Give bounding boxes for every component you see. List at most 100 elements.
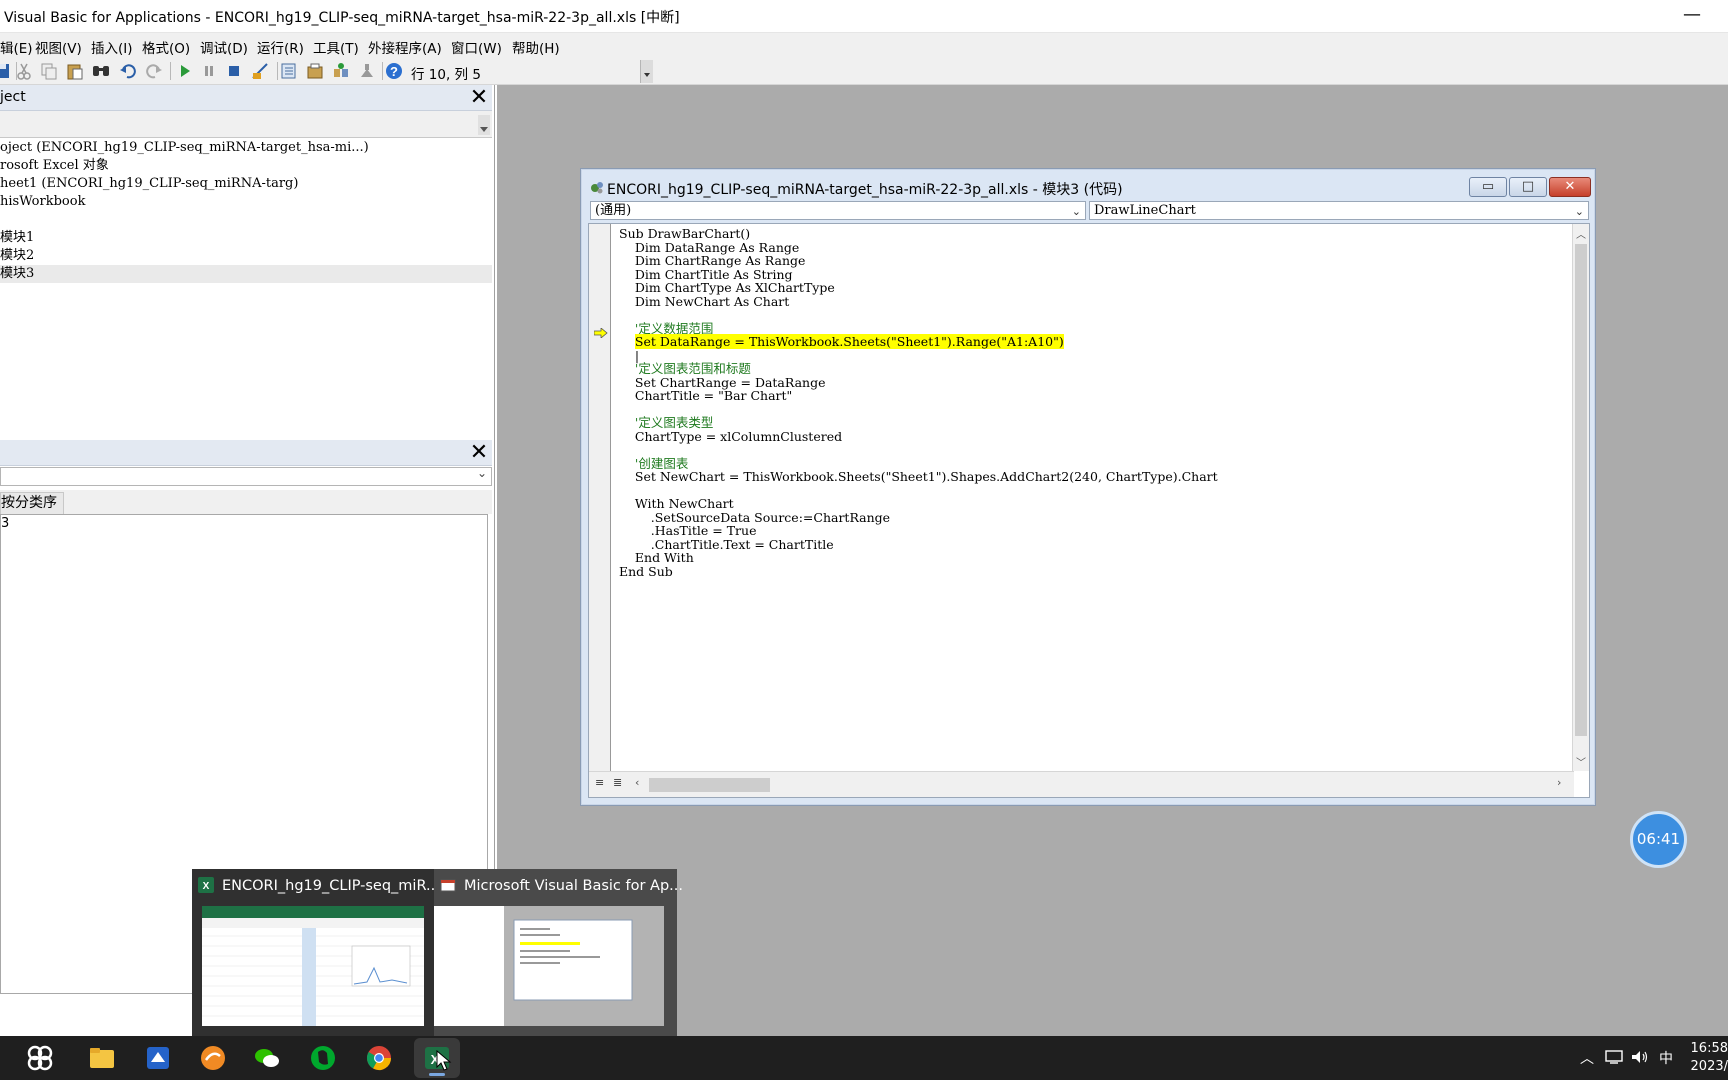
- close-icon[interactable]: ✕: [468, 87, 490, 109]
- vertical-scrollbar[interactable]: ︿ ﹀: [1572, 224, 1589, 771]
- file-explorer-icon[interactable]: [86, 1042, 118, 1074]
- code-line[interactable]: [619, 403, 1559, 417]
- menu-tools[interactable]: 工具(T): [313, 37, 359, 57]
- menu-help[interactable]: 帮助(H): [512, 37, 560, 57]
- thumbnail-vba-window[interactable]: Microsoft Visual Basic for Ap...: [434, 869, 683, 1036]
- scroll-right-icon[interactable]: ›: [1557, 776, 1561, 789]
- code-line[interactable]: Dim DataRange As Range: [619, 240, 1559, 255]
- horizontal-scrollbar[interactable]: ≡ ≣ ‹ ›: [589, 771, 1574, 797]
- code-line[interactable]: .HasTitle = True: [619, 524, 1559, 538]
- menu-edit[interactable]: 辑(E): [0, 37, 33, 57]
- procedure-combo[interactable]: DrawLineChart ⌄: [1089, 201, 1589, 220]
- minimize-button[interactable]: —: [1680, 4, 1704, 28]
- tree-item-excel-objects[interactable]: rosoft Excel 对象: [0, 157, 492, 175]
- save-icon[interactable]: [0, 61, 12, 81]
- paste-icon[interactable]: [65, 61, 85, 81]
- code-line[interactable]: Dim NewChart As Chart: [619, 294, 1559, 309]
- code-line[interactable]: With NewChart: [619, 497, 1559, 511]
- break-icon[interactable]: [199, 61, 219, 81]
- copy-icon[interactable]: [39, 61, 59, 81]
- code-text[interactable]: Sub DrawBarChart() Dim DataRange As Rang…: [619, 227, 1559, 578]
- cut-icon[interactable]: [14, 61, 34, 81]
- code-line[interactable]: '定义图表类型: [619, 416, 1559, 430]
- object-combo[interactable]: (通用) ⌄: [590, 201, 1086, 220]
- project-explorer-icon[interactable]: [279, 61, 299, 81]
- recording-timer[interactable]: 06:41: [1630, 811, 1687, 868]
- indicator-margin[interactable]: [589, 224, 611, 771]
- code-editor[interactable]: Sub DrawBarChart() Dim DataRange As Rang…: [588, 223, 1590, 798]
- tree-item-vbaproject[interactable]: oject (ENCORI_hg19_CLIP-seq_miRNA-target…: [0, 139, 492, 157]
- code-line[interactable]: End With: [619, 551, 1559, 565]
- thumbnail-excel-window[interactable]: X ENCORI_hg19_CLIP-seq_miR...: [192, 869, 440, 1036]
- code-line[interactable]: [619, 443, 1559, 457]
- code-line[interactable]: '定义图表范围和标题: [619, 362, 1559, 376]
- system-clock[interactable]: 16:58 2023/: [1682, 1040, 1728, 1076]
- sunlogin-icon[interactable]: [197, 1042, 229, 1074]
- code-window-minimize-button[interactable]: ▭: [1469, 177, 1507, 197]
- properties-object-combo[interactable]: [0, 466, 492, 486]
- code-line[interactable]: .SetSourceData Source:=ChartRange: [619, 510, 1559, 525]
- code-line[interactable]: Set ChartRange = DataRange: [619, 375, 1559, 390]
- code-line[interactable]: .ChartTitle.Text = ChartTitle: [619, 537, 1559, 552]
- reset-icon[interactable]: [224, 61, 244, 81]
- toolbox-icon[interactable]: [357, 61, 377, 81]
- tree-item-modules-folder[interactable]: [0, 211, 492, 229]
- tree-item-thisworkbook[interactable]: hisWorkbook: [0, 193, 492, 211]
- run-icon[interactable]: [175, 61, 195, 81]
- input-method-indicator[interactable]: 中: [1659, 1048, 1673, 1068]
- menu-format[interactable]: 格式(O): [142, 37, 190, 57]
- code-window-maximize-button[interactable]: □: [1509, 177, 1547, 197]
- menu-window[interactable]: 窗口(W): [451, 37, 502, 57]
- start-icon[interactable]: [24, 1042, 56, 1074]
- scroll-left-icon[interactable]: ‹: [635, 776, 639, 789]
- tree-item-module1[interactable]: 模块1: [0, 229, 492, 247]
- properties-icon[interactable]: [305, 61, 325, 81]
- code-line[interactable]: Dim ChartType As XlChartType: [619, 281, 1559, 295]
- mail-icon[interactable]: [142, 1042, 174, 1074]
- wechat-icon[interactable]: [251, 1042, 283, 1074]
- code-line[interactable]: ChartType = xlColumnClustered: [619, 429, 1559, 444]
- help-icon[interactable]: ?: [384, 61, 404, 81]
- object-browser-icon[interactable]: [331, 61, 351, 81]
- code-line[interactable]: Set DataRange = ThisWorkbook.Sheets("She…: [619, 334, 1559, 349]
- undo-icon[interactable]: [118, 61, 138, 81]
- menu-debug[interactable]: 调试(D): [200, 37, 248, 57]
- full-module-view-icon[interactable]: ≣: [613, 776, 622, 789]
- scroll-down-icon[interactable]: ﹀: [1576, 754, 1586, 769]
- code-line[interactable]: '创建图表: [619, 456, 1559, 471]
- chrome-icon[interactable]: [363, 1042, 395, 1074]
- show-hidden-icons-icon[interactable]: ︿: [1580, 1048, 1594, 1068]
- menu-insert[interactable]: 插入(I): [91, 37, 133, 57]
- menu-view[interactable]: 视图(V): [35, 37, 82, 57]
- network-icon[interactable]: [1604, 1049, 1624, 1065]
- code-line[interactable]: ChartTitle = "Bar Chart": [619, 389, 1559, 403]
- redo-icon[interactable]: [144, 61, 164, 81]
- code-window-close-button[interactable]: ✕: [1549, 177, 1591, 197]
- tree-item-module2[interactable]: 模块2: [0, 247, 492, 265]
- scroll-thumb[interactable]: [1575, 244, 1587, 736]
- tab-categorized[interactable]: 按分类序: [0, 492, 64, 514]
- scroll-thumb[interactable]: [649, 778, 770, 792]
- code-line[interactable]: '定义数据范围: [619, 321, 1559, 336]
- menu-run[interactable]: 运行(R): [257, 37, 304, 57]
- code-line[interactable]: Sub DrawBarChart(): [619, 227, 1559, 241]
- scroll-up-icon[interactable]: ︿: [1576, 226, 1586, 241]
- code-line[interactable]: Dim ChartRange As Range: [619, 254, 1559, 268]
- scroll-down-icon[interactable]: [478, 115, 490, 135]
- menu-addins[interactable]: 外接程序(A): [368, 37, 442, 57]
- code-line[interactable]: [619, 484, 1559, 498]
- code-line[interactable]: End Sub: [619, 564, 1559, 579]
- code-line[interactable]: |: [619, 348, 1559, 363]
- code-line[interactable]: [619, 308, 1559, 322]
- close-icon[interactable]: ✕: [468, 442, 490, 464]
- tree-item-sheet1[interactable]: heet1 (ENCORI_hg19_CLIP-seq_miRNA-targ): [0, 175, 492, 193]
- volume-icon[interactable]: [1630, 1049, 1650, 1065]
- evernote-icon[interactable]: [307, 1042, 339, 1074]
- code-line[interactable]: Dim ChartTitle As String: [619, 267, 1559, 282]
- find-icon[interactable]: [91, 61, 111, 81]
- design-mode-icon[interactable]: [250, 61, 270, 81]
- code-line[interactable]: Set NewChart = ThisWorkbook.Sheets("Shee…: [619, 470, 1559, 484]
- tree-item-module3[interactable]: 模块3: [0, 265, 492, 283]
- procedure-view-icon[interactable]: ≡: [595, 776, 604, 789]
- toolbar-options-button[interactable]: [640, 60, 653, 83]
